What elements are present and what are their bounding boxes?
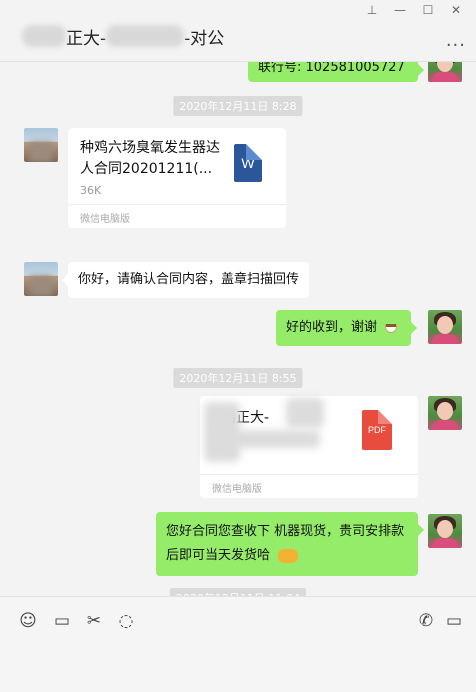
folder-icon[interactable]: ▭	[52, 611, 72, 631]
title-redaction	[22, 25, 66, 47]
message-text: 好的收到，谢谢	[286, 320, 378, 335]
timestamp: 2020年12月11日 8:55	[173, 368, 303, 388]
file-message[interactable]: 种鸡六场臭氧发生器达人合同20201211(... 36K W 微信电脑版	[68, 128, 286, 228]
avatar[interactable]	[24, 262, 58, 296]
timestamp: 2020年12月11日 8:28	[173, 96, 303, 116]
avatar[interactable]	[428, 310, 462, 344]
pin-icon[interactable]: ⊥	[358, 2, 386, 18]
title-part2: -对公	[184, 28, 225, 49]
message-outgoing[interactable]: 联行号: 102581005727	[248, 62, 424, 82]
message-incoming[interactable]: 你好，请确认合同内容，盖章扫描回传	[61, 262, 310, 298]
close-icon[interactable]: ✕	[442, 2, 470, 18]
message-text: 你好，请确认合同内容，盖章扫描回传	[78, 272, 300, 287]
divider	[68, 204, 286, 205]
avatar[interactable]	[24, 128, 58, 162]
title-redaction	[106, 25, 185, 47]
file-source: 微信电脑版	[80, 214, 130, 225]
redaction	[220, 430, 320, 448]
file-message[interactable]: 鸡正大- PDF 微信电脑版	[200, 396, 418, 498]
minimize-icon[interactable]: —	[386, 2, 414, 18]
handshake-emoji-icon	[278, 548, 299, 563]
divider	[200, 474, 418, 475]
window-controls: ⊥ — ☐ ✕	[358, 2, 470, 18]
file-name: 种鸡六场臭氧发生器达人合同20201211(...	[80, 140, 220, 177]
redaction	[286, 398, 324, 428]
avatar[interactable]	[428, 396, 462, 430]
file-source: 微信电脑版	[212, 484, 262, 495]
coffee-emoji-icon	[383, 321, 401, 335]
avatar[interactable]	[428, 62, 462, 82]
scissors-icon[interactable]: ✂	[84, 611, 104, 631]
pdf-file-icon: PDF	[362, 410, 392, 450]
chat-header: 正大- -对公 ⊥ — ☐ ✕ ...	[0, 0, 476, 62]
message-text: 联行号: 102581005727	[258, 62, 405, 75]
maximize-icon[interactable]: ☐	[414, 2, 442, 18]
message-outgoing[interactable]: 您好合同您查收下 机器现货，贵司安排款后即可当天发货哈	[156, 512, 424, 576]
message-list[interactable]: 联行号: 102581005727 2020年12月11日 8:28 种鸡六场臭…	[0, 62, 476, 596]
video-icon[interactable]: ▭	[444, 611, 464, 631]
input-toolbar: ☺ ▭ ✂ ◌ ✆ ▭	[0, 596, 476, 692]
phone-icon[interactable]: ✆	[416, 611, 436, 631]
word-file-icon: W	[234, 144, 262, 182]
title-part1: 正大-	[66, 28, 107, 49]
timestamp: 2020年12月11日 11:04	[169, 588, 307, 596]
emoji-icon[interactable]: ☺	[18, 611, 38, 631]
avatar[interactable]	[428, 514, 462, 548]
more-options-button[interactable]: ...	[446, 30, 466, 51]
file-size: 36K	[80, 184, 102, 197]
message-outgoing[interactable]: 好的收到，谢谢	[276, 310, 418, 346]
chat-title: 正大- -对公	[22, 23, 224, 49]
chat-bubble-icon[interactable]: ◌	[116, 611, 136, 631]
